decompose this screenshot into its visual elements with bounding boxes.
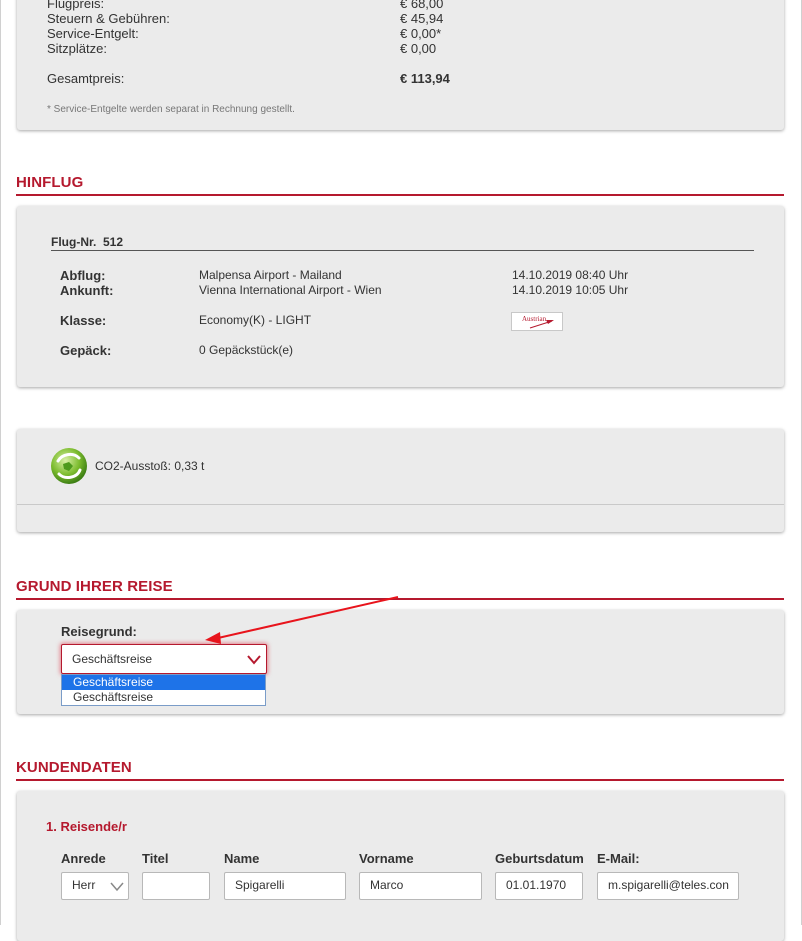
travel-reason-selected: Geschäftsreise <box>72 652 153 666</box>
price-value-flugpreis: € 68,00 <box>400 0 444 11</box>
airline-logo: Austrian <box>511 312 563 331</box>
baggage-value: 0 Gepäckstück(e) <box>199 343 294 357</box>
section-title-customer: KUNDENDATEN <box>16 759 784 781</box>
email-label: E-Mail: <box>597 851 640 866</box>
price-label-flugpreis: Flugpreis: <box>47 0 105 11</box>
class-value: Economy(K) - LIGHT <box>199 313 312 327</box>
customer-data-panel: 1. Reisende/r <box>17 791 784 941</box>
vorname-label: Vorname <box>359 851 414 866</box>
price-label-sitzplaetze: Sitzplätze: <box>47 41 107 56</box>
travel-reason-option[interactable]: Geschäftsreise <box>62 690 265 705</box>
titel-input[interactable] <box>142 872 210 900</box>
co2-panel: CO2-Ausstoß: 0,33 t <box>17 429 784 532</box>
page-border-left <box>0 0 1 925</box>
geburtsdatum-input[interactable]: 01.01.1970 <box>495 872 583 900</box>
travel-reason-options: Geschäftsreise Geschäftsreise <box>61 674 266 706</box>
chevron-down-icon <box>110 882 124 892</box>
travel-reason-label: Reisegrund: <box>61 624 137 639</box>
departure-time: 14.10.2019 08:40 Uhr <box>512 268 629 282</box>
baggage-label: Gepäck: <box>60 343 112 358</box>
arrival-time: 14.10.2019 10:05 Uhr <box>512 283 629 297</box>
section-title-hinflug: HINFLUG <box>16 174 784 196</box>
titel-label: Titel <box>142 851 169 866</box>
chevron-down-icon <box>247 655 261 665</box>
globe-recycle-icon <box>51 448 87 484</box>
departure-airport: Malpensa Airport - Mailand <box>199 268 342 282</box>
anrede-select[interactable]: Herr <box>61 872 129 900</box>
flight-details-panel: Flug-Nr. 512 Abflug: Malpensa Airport - … <box>17 206 784 387</box>
arrival-label: Ankunft: <box>60 283 114 298</box>
name-label: Name <box>224 851 260 866</box>
service-footnote: * Service-Entgelte werden separat in Rec… <box>47 104 295 115</box>
departure-label: Abflug: <box>60 268 106 283</box>
price-value-steuern: € 45,94 <box>400 11 444 26</box>
section-title-reason: GRUND IHRER REISE <box>16 578 784 600</box>
price-value-sitzplaetze: € 0,00 <box>400 41 437 56</box>
travel-reason-select[interactable]: Geschäftsreise <box>61 644 267 674</box>
class-label: Klasse: <box>60 313 107 328</box>
anrede-label: Anrede <box>61 851 106 866</box>
total-price-label: Gesamtpreis: <box>47 71 125 86</box>
flight-number: Flug-Nr. 512 <box>51 235 754 251</box>
airline-logo-arrow-icon <box>529 320 554 329</box>
price-label-steuern: Steuern & Gebühren: <box>47 11 170 26</box>
price-summary-panel: Flugpreis: € 68,00 Steuern & Gebühren: €… <box>17 0 784 130</box>
arrival-airport: Vienna International Airport - Wien <box>199 283 382 297</box>
name-input[interactable]: Spigarelli <box>224 872 346 900</box>
anrede-selected: Herr <box>72 878 96 892</box>
price-value-service: € 0,00* <box>400 26 442 41</box>
vorname-input[interactable]: Marco <box>359 872 482 900</box>
total-price-value: € 113,94 <box>400 71 450 86</box>
price-label-service: Service-Entgelt: <box>47 26 139 41</box>
email-input[interactable]: m.spigarelli@teles.con <box>597 872 739 900</box>
traveler-title: 1. Reisende/r <box>46 819 127 834</box>
geburtsdatum-label: Geburtsdatum <box>495 851 584 866</box>
co2-divider <box>17 504 784 505</box>
co2-text: CO2-Ausstoß: 0,33 t <box>95 459 205 473</box>
travel-reason-option[interactable]: Geschäftsreise <box>62 675 265 690</box>
